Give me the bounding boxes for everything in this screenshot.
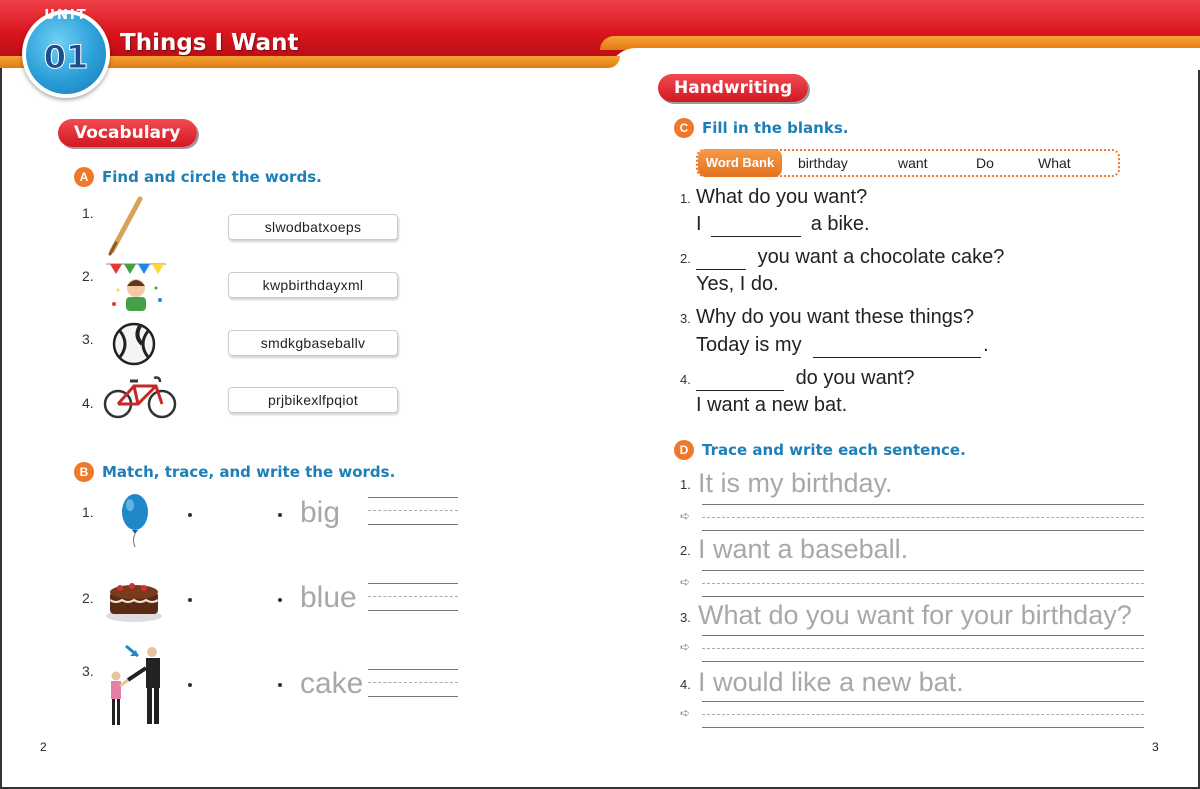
word-bank-label: Word Bank	[698, 149, 782, 177]
item-number: 1.	[82, 504, 94, 520]
write-line[interactable]	[368, 669, 458, 697]
fill-blank[interactable]	[696, 246, 746, 270]
activity-b-letter: B	[74, 462, 94, 482]
fill-blank[interactable]	[696, 367, 784, 391]
match-dot-left[interactable]	[188, 513, 192, 517]
trace-sentence: I would like a new bat.	[698, 667, 964, 697]
balloon-icon	[122, 494, 148, 548]
unit-number: 01	[43, 38, 89, 77]
sentence-number: 3.	[680, 610, 691, 625]
word-puzzle-box[interactable]: kwpbirthdayxml	[228, 272, 398, 298]
fill-blank[interactable]	[813, 334, 982, 358]
baseball-icon	[112, 322, 156, 366]
activity-b-heading: B Match, trace, and write the words.	[74, 462, 395, 482]
match-dot-right[interactable]	[278, 513, 282, 517]
question-suffix: you want a chocolate cake?	[757, 246, 1005, 268]
write-line[interactable]	[368, 497, 458, 525]
match-dot-right[interactable]	[278, 683, 282, 687]
answer-line: I a bike.	[696, 213, 870, 237]
match-dot-left[interactable]	[188, 598, 192, 602]
people-icon	[111, 644, 160, 725]
birthday-boy-icon	[106, 263, 166, 311]
answer-prefix: Today is my	[696, 334, 802, 356]
item-number: 4.	[82, 395, 94, 411]
activity-b-instruction: Match, trace, and write the words.	[102, 463, 396, 481]
item-number: 1.	[82, 205, 94, 221]
activity-a-letter: A	[74, 167, 94, 187]
item-number: 2.	[82, 268, 94, 284]
word-bank-word: birthday	[798, 155, 848, 171]
answer-prefix: I	[696, 213, 702, 235]
item-number: 3.	[82, 663, 94, 679]
bicycle-icon	[103, 376, 177, 419]
activity-a-instruction: Find and circle the words.	[102, 168, 322, 186]
trace-word: cake	[300, 667, 364, 700]
page-number-left: 2	[40, 740, 47, 754]
pencil-icon: ➪	[680, 706, 691, 720]
question-suffix: do you want?	[795, 367, 915, 389]
item-number: 2.	[82, 590, 94, 606]
write-lines[interactable]	[702, 701, 1144, 749]
trace-sentence: I want a baseball.	[698, 534, 909, 564]
answer-suffix: a bike.	[810, 213, 870, 235]
trace-word: blue	[300, 581, 357, 614]
unit-label: UNIT	[44, 8, 88, 23]
word-bank-word: want	[898, 155, 928, 171]
baseball-bat-icon	[108, 196, 143, 256]
trace-word: big	[300, 496, 341, 529]
word-bank-word: Do	[976, 155, 994, 171]
pencil-icon: ➪	[680, 640, 691, 654]
page-number-right: 3	[1152, 740, 1159, 754]
activity-c-instruction: Fill in the blanks.	[702, 119, 849, 137]
question-line: What do you want?	[696, 186, 868, 208]
pencil-icon: ➪	[680, 575, 691, 589]
cake-icon	[106, 583, 162, 622]
question-number: 3.	[680, 311, 691, 326]
answer-line: Yes, I do.	[696, 273, 779, 295]
question-number: 2.	[680, 251, 691, 266]
activity-c-letter: C	[674, 118, 694, 138]
activity-c-heading: C Fill in the blanks.	[674, 118, 848, 138]
sentence-number: 1.	[680, 477, 691, 492]
activity-d-instruction: Trace and write each sentence.	[702, 441, 966, 459]
trace-sentence: It is my birthday.	[698, 468, 893, 498]
activity-d-letter: D	[674, 440, 694, 460]
activity-a-heading: A Find and circle the words.	[74, 167, 322, 187]
word-puzzle-box[interactable]: prjbikexlfpqiot	[228, 387, 398, 413]
question-line: Why do you want these things?	[696, 306, 974, 328]
handwriting-pill: Handwriting	[658, 74, 809, 102]
word-puzzle-box[interactable]: slwodbatxoeps	[228, 214, 398, 240]
activity-d-heading: D Trace and write each sentence.	[674, 440, 966, 460]
fill-blank[interactable]	[711, 213, 802, 237]
sentence-number: 2.	[680, 543, 691, 558]
word-bank-word: What	[1038, 155, 1071, 171]
vocabulary-pill: Vocabulary	[58, 119, 197, 147]
sentence-number: 4.	[680, 677, 691, 692]
write-line[interactable]	[368, 583, 458, 611]
page-title: Things I Want	[120, 30, 299, 56]
question-number: 1.	[680, 191, 691, 206]
item-number: 3.	[82, 331, 94, 347]
answer-line: I want a new bat.	[696, 394, 848, 416]
question-number: 4.	[680, 372, 691, 387]
answer-line: Today is my .	[696, 334, 989, 358]
pencil-icon: ➪	[680, 509, 691, 523]
trace-sentence: What do you want for your birthday?	[698, 600, 1132, 630]
match-dot-left[interactable]	[188, 683, 192, 687]
answer-suffix: .	[983, 334, 989, 356]
word-puzzle-box[interactable]: smdkgbaseballv	[228, 330, 398, 356]
word-bank: Word Bank birthday want Do What	[696, 149, 1120, 177]
question-line: do you want?	[696, 367, 915, 391]
match-dot-right[interactable]	[278, 598, 282, 602]
question-line: you want a chocolate cake?	[696, 246, 1004, 270]
